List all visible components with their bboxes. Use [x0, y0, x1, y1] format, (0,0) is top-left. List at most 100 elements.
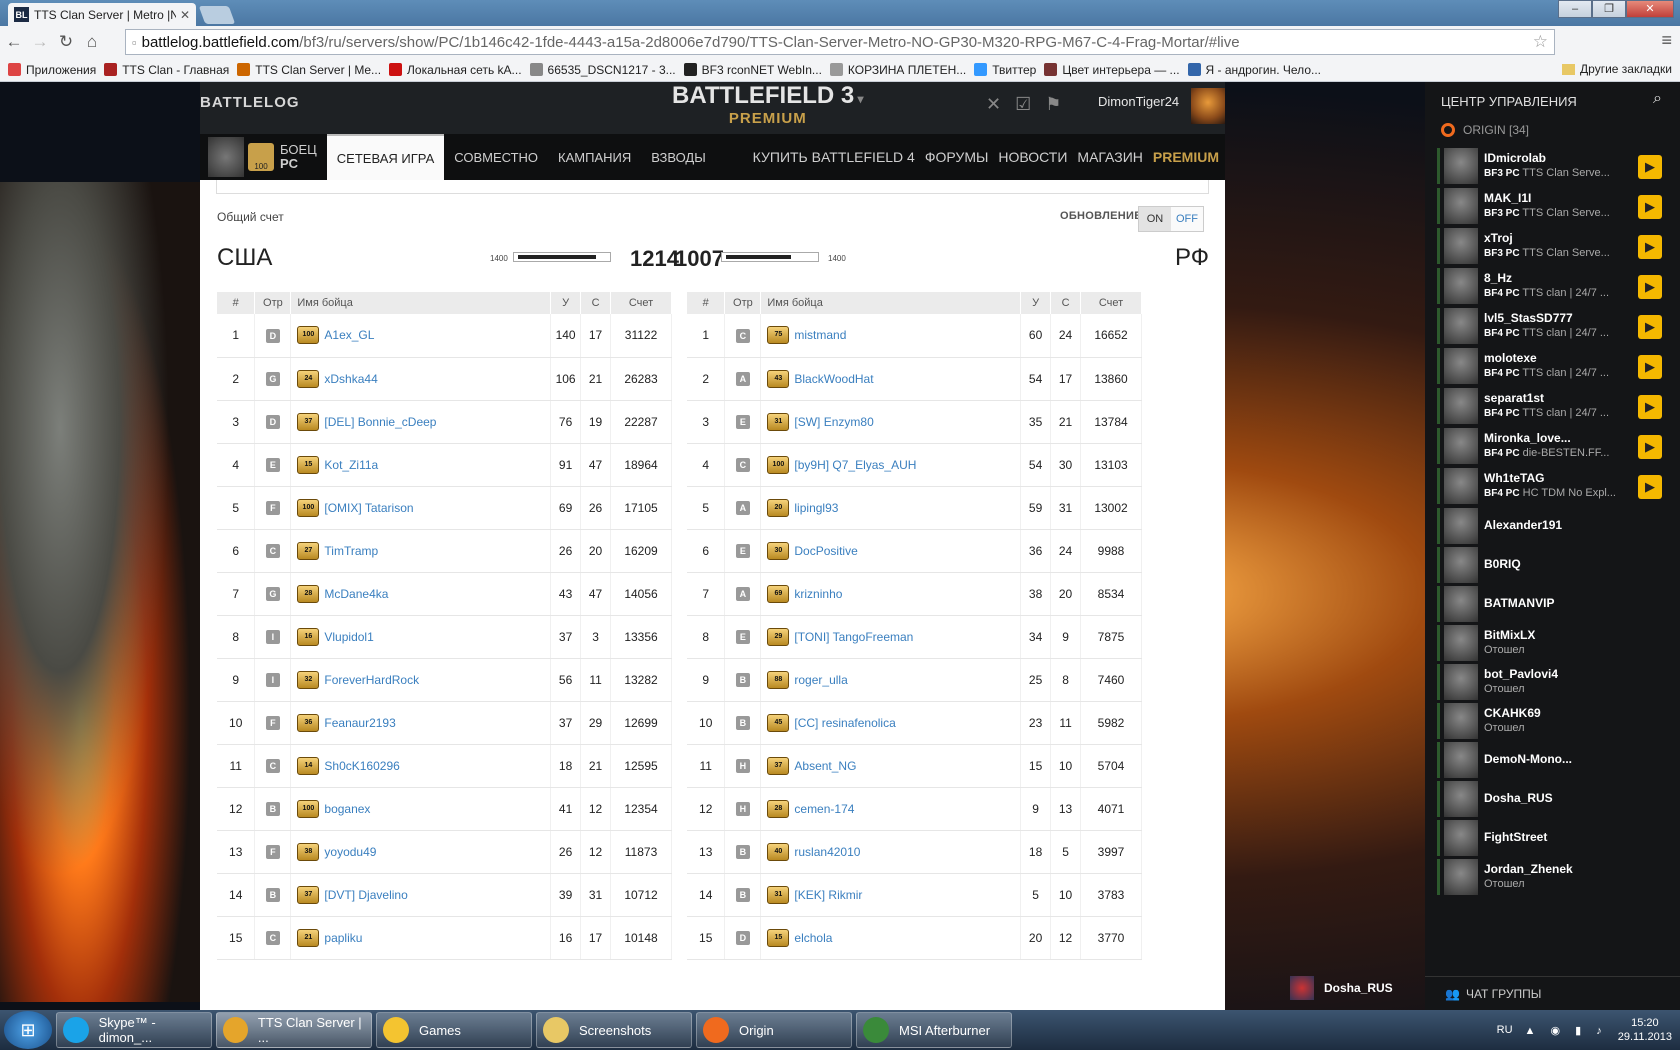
update-on-button[interactable]: ON	[1139, 207, 1171, 231]
table-row[interactable]: 6 C 27 TimTramp 26 20 16209	[217, 529, 672, 573]
minimize-icon[interactable]: –	[1558, 0, 1592, 18]
bookmark-star-icon[interactable]: ☆	[1533, 32, 1548, 52]
join-game-icon[interactable]: ▶	[1638, 195, 1662, 219]
nav-premium[interactable]: PREMIUM	[1148, 134, 1225, 180]
column-header[interactable]: Имя бойца	[760, 292, 1022, 314]
player-name-link[interactable]: [by9H] Q7_Elyas_AUH	[794, 458, 916, 472]
player-name-link[interactable]: lipingl93	[794, 501, 838, 515]
browser-tab[interactable]: BL TTS Clan Server | Metro |N ✕	[8, 3, 196, 26]
table-row[interactable]: 13 F 38 yoyodu49 26 12 11873	[217, 830, 672, 874]
friend-item[interactable]: BitMixLX Отошел	[1425, 623, 1680, 662]
friend-item[interactable]: lvl5_StasSD777 BF4 PC TTS clan | 24/7 ...…	[1425, 306, 1680, 346]
bookmark-item[interactable]: TTS Clan - Главная	[104, 63, 229, 77]
friend-item[interactable]: bot_Pavlovi4 Отошел	[1425, 662, 1680, 701]
tray-icons[interactable]: ▲ ◉ ▮ ♪	[1525, 1024, 1608, 1037]
table-row[interactable]: 1 D 100 A1ex_GL 140 17 31122	[217, 314, 672, 358]
column-header[interactable]: С	[580, 292, 612, 314]
player-name-link[interactable]: krizninho	[794, 587, 842, 601]
taskbar-item[interactable]: TTS Clan Server | ...	[216, 1012, 372, 1048]
nav-store[interactable]: МАГАЗИН	[1072, 134, 1147, 180]
player-name-link[interactable]: Sh0cK160296	[324, 759, 399, 773]
column-header[interactable]: У	[550, 292, 582, 314]
bookmark-item[interactable]: Твиттер	[974, 63, 1036, 77]
friend-item[interactable]: BATMANVIP	[1425, 584, 1680, 623]
reload-icon[interactable]: ↻	[54, 32, 78, 52]
table-row[interactable]: 7 G 28 McDane4ka 43 47 14056	[217, 572, 672, 616]
player-name-link[interactable]: [DEL] Bonnie_cDeep	[324, 415, 436, 429]
player-name-link[interactable]: [CC] resinafenolica	[794, 716, 895, 730]
nav-news[interactable]: НОВОСТИ	[993, 134, 1072, 180]
clock[interactable]: 15:20 29.11.2013	[1618, 1016, 1672, 1044]
table-row[interactable]: 10 B 45 [CC] resinafenolica 23 11 5982	[687, 701, 1142, 745]
table-row[interactable]: 10 F 36 Feanaur2193 37 29 12699	[217, 701, 672, 745]
close-tab-icon[interactable]: ✕	[180, 8, 190, 22]
table-row[interactable]: 3 D 37 [DEL] Bonnie_cDeep 76 19 22287	[217, 400, 672, 444]
friend-item[interactable]: IDmicrolab BF3 PC TTS Clan Serve... ▶	[1425, 146, 1680, 186]
chat-popup[interactable]: Dosha_RUS	[1290, 976, 1393, 1000]
column-header[interactable]: #	[217, 292, 256, 314]
table-row[interactable]: 4 C 100 [by9H] Q7_Elyas_AUH 54 30 13103	[687, 443, 1142, 487]
join-game-icon[interactable]: ▶	[1638, 395, 1662, 419]
player-name-link[interactable]: xDshka44	[324, 372, 377, 386]
table-row[interactable]: 15 C 21 papliku 16 17 10148	[217, 916, 672, 960]
player-name-link[interactable]: roger_ulla	[794, 673, 847, 687]
player-name-link[interactable]: mistmand	[794, 328, 846, 342]
column-header[interactable]: Имя бойца	[290, 292, 552, 314]
friend-item[interactable]: Mironka_love... BF4 PC die-BESTEN.FF... ▶	[1425, 426, 1680, 466]
bookmark-item[interactable]: Локальная сеть kA...	[389, 63, 522, 77]
friend-item[interactable]: DemoN-Mono...	[1425, 740, 1680, 779]
nav-forums[interactable]: ФОРУМЫ	[920, 134, 994, 180]
table-row[interactable]: 5 A 20 lipingl93 59 31 13002	[687, 486, 1142, 530]
table-row[interactable]: 11 C 14 Sh0cK160296 18 21 12595	[217, 744, 672, 788]
soldier-nav[interactable]: 100 БОЕЦ PC	[200, 134, 327, 180]
friend-item[interactable]: molotexe BF4 PC TTS clan | 24/7 ... ▶	[1425, 346, 1680, 386]
user-avatar[interactable]	[1191, 88, 1225, 124]
crossed-guns-icon[interactable]: ✕	[986, 94, 1001, 115]
language-indicator[interactable]: RU	[1497, 1024, 1513, 1036]
player-name-link[interactable]: Vlupidol1	[324, 630, 373, 644]
friend-item[interactable]: separat1st BF4 PC TTS clan | 24/7 ... ▶	[1425, 386, 1680, 426]
table-row[interactable]: 11 H 37 Absent_NG 15 10 5704	[687, 744, 1142, 788]
join-game-icon[interactable]: ▶	[1638, 155, 1662, 179]
bookmark-item[interactable]: BF3 rconNET WebIn...	[683, 63, 822, 77]
column-header[interactable]: У	[1020, 292, 1052, 314]
player-name-link[interactable]: papliku	[324, 931, 362, 945]
taskbar-item[interactable]: Skype™ - dimon_...	[56, 1012, 212, 1048]
home-icon[interactable]: ⌂	[80, 32, 104, 52]
column-header[interactable]: С	[1050, 292, 1082, 314]
friend-item[interactable]: Jordan_Zhenek Отошел	[1425, 857, 1680, 896]
player-name-link[interactable]: [KEK] Rikmir	[794, 888, 862, 902]
join-game-icon[interactable]: ▶	[1638, 355, 1662, 379]
join-game-icon[interactable]: ▶	[1638, 435, 1662, 459]
friend-item[interactable]: B0RIQ	[1425, 545, 1680, 584]
player-name-link[interactable]: ForeverHardRock	[324, 673, 419, 687]
table-row[interactable]: 7 A 69 krizninho 38 20 8534	[687, 572, 1142, 616]
flag-icon[interactable]: ⚑	[1045, 94, 1061, 115]
friend-item[interactable]: Wh1teTAG BF4 PC HC TDM No Expl... ▶	[1425, 466, 1680, 506]
table-row[interactable]: 8 E 29 [TONI] TangoFreeman 34 9 7875	[687, 615, 1142, 659]
new-tab-button[interactable]	[198, 6, 236, 24]
column-header[interactable]: Отр	[254, 292, 292, 314]
table-row[interactable]: 8 I 16 Vlupidol1 37 3 13356	[217, 615, 672, 659]
table-row[interactable]: 3 E 31 [SW] Enzym80 35 21 13784	[687, 400, 1142, 444]
clipboard-icon[interactable]: ☑	[1015, 94, 1031, 115]
nav-multiplayer[interactable]: СЕТЕВАЯ ИГРА	[326, 134, 445, 180]
player-name-link[interactable]: A1ex_GL	[324, 328, 374, 342]
bookmark-item[interactable]: 66535_DSCN1217 - 3...	[529, 63, 676, 77]
bookmark-item[interactable]: TTS Clan Server | Me...	[237, 63, 381, 77]
taskbar-item[interactable]: Origin	[696, 1012, 852, 1048]
player-name-link[interactable]: elchola	[794, 931, 832, 945]
battlelog-logo[interactable]: BATTLELOG	[200, 94, 300, 111]
bf3-premium-logo[interactable]: BATTLEFIELD 3 ▾ PREMIUM	[672, 84, 864, 127]
column-header[interactable]: Счет	[1080, 292, 1142, 314]
table-row[interactable]: 14 B 31 [KEK] Rikmir 5 10 3783	[687, 873, 1142, 917]
bookmark-item[interactable]: Цвет интерьера — ...	[1044, 63, 1180, 77]
friend-item[interactable]: Dosha_RUS	[1425, 779, 1680, 818]
column-header[interactable]: #	[687, 292, 726, 314]
group-chat-button[interactable]: 👥 ЧАТ ГРУППЫ	[1425, 976, 1680, 1010]
player-name-link[interactable]: McDane4ka	[324, 587, 388, 601]
player-name-link[interactable]: TimTramp	[324, 544, 378, 558]
search-icon[interactable]: ⌕	[1653, 90, 1662, 108]
back-icon[interactable]: ←	[2, 32, 26, 52]
nav-buy-bf4[interactable]: КУПИТЬ BATTLEFIELD 4	[748, 134, 920, 180]
